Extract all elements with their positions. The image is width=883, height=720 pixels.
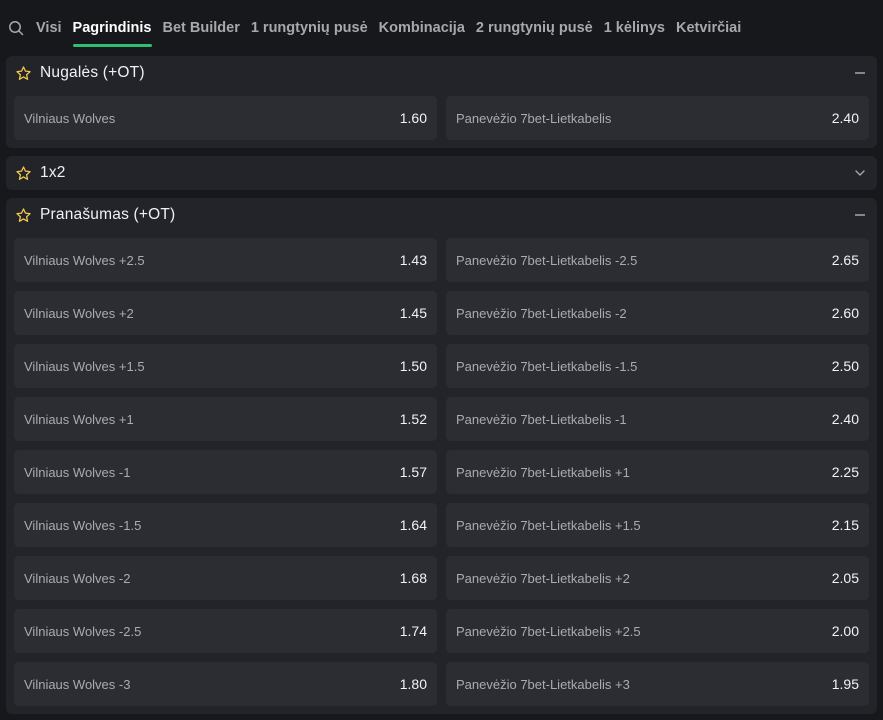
star-icon[interactable]	[15, 65, 32, 82]
odds-button[interactable]: Panevėžio 7bet-Lietkabelis +1 2.25	[446, 450, 869, 494]
outcome-odds: 1.64	[399, 517, 427, 533]
market-header[interactable]: Nugalės (+OT)	[6, 56, 877, 90]
odds-button[interactable]: Panevėžio 7bet-Lietkabelis -1.5 2.50	[446, 344, 869, 388]
market-outcomes: Vilniaus Wolves 1.60 Panevėžio 7bet-Lietka…	[6, 90, 877, 148]
outcome-odds: 1.74	[399, 623, 427, 639]
outcome-name: Panevėžio 7bet-Lietkabelis -2	[456, 305, 627, 321]
odds-button[interactable]: Panevėžio 7bet-Lietkabelis +2 2.05	[446, 556, 869, 600]
tab-pagrindinis[interactable]: Pagrindinis	[72, 11, 152, 47]
market-outcomes: Vilniaus Wolves +2.5 1.43 Panevėžio 7bet-L…	[6, 232, 877, 714]
outcome-odds: 1.52	[399, 411, 427, 427]
outcome-name: Vilniaus Wolves +2	[24, 305, 134, 321]
outcome-odds: 2.25	[831, 464, 859, 480]
odds-button[interactable]: Vilniaus Wolves -1 1.57	[14, 450, 437, 494]
odds-button[interactable]: Vilniaus Wolves +1.5 1.50	[14, 344, 437, 388]
tab-bet-builder[interactable]: Bet Builder	[163, 11, 240, 45]
market-section: Nugalės (+OT) Vilniaus Wolves 1.60 Panevėži…	[6, 56, 877, 148]
outcome-odds: 2.65	[831, 252, 859, 268]
outcome-name: Panevėžio 7bet-Lietkabelis -1	[456, 411, 627, 427]
market-title: Pranašumas (+OT)	[40, 206, 176, 223]
outcome-odds: 2.40	[831, 411, 859, 427]
tab-ketvirčiai[interactable]: Ketvirčiai	[676, 11, 741, 45]
search-icon[interactable]	[8, 20, 24, 36]
outcome-odds: 1.95	[831, 676, 859, 692]
outcome-name: Vilniaus Wolves +2.5	[24, 252, 145, 268]
outcome-name: Panevėžio 7bet-Lietkabelis +1.5	[456, 517, 641, 533]
odds-button[interactable]: Panevėžio 7bet-Lietkabelis -1 2.40	[446, 397, 869, 441]
outcome-name: Vilniaus Wolves -3	[24, 676, 131, 692]
odds-button[interactable]: Panevėžio 7bet-Lietkabelis 2.40	[446, 96, 869, 140]
outcome-name: Vilniaus Wolves +1	[24, 411, 134, 427]
outcome-odds: 1.80	[399, 676, 427, 692]
outcome-name: Vilniaus Wolves -2	[24, 570, 131, 586]
chevron-down-icon[interactable]	[853, 166, 867, 180]
odds-button[interactable]: Vilniaus Wolves +2 1.45	[14, 291, 437, 335]
tab-kombinacija[interactable]: Kombinacija	[379, 11, 465, 45]
outcome-odds: 1.57	[399, 464, 427, 480]
odds-button[interactable]: Vilniaus Wolves -3 1.80	[14, 662, 437, 706]
tab-1-rungtynių-pusė[interactable]: 1 rungtynių pusė	[251, 11, 368, 45]
odds-button[interactable]: Vilniaus Wolves +1 1.52	[14, 397, 437, 441]
outcome-odds: 1.43	[399, 252, 427, 268]
outcome-name: Panevėžio 7bet-Lietkabelis +3	[456, 676, 630, 692]
odds-button[interactable]: Vilniaus Wolves 1.60	[14, 96, 437, 140]
market-section: 1x2	[6, 156, 877, 190]
star-icon[interactable]	[15, 165, 32, 182]
market-title: 1x2	[40, 164, 66, 181]
outcome-name: Vilniaus Wolves -1	[24, 464, 131, 480]
tab-2-rungtynių-pusė[interactable]: 2 rungtynių pusė	[476, 11, 593, 45]
outcome-name: Vilniaus Wolves -2.5	[24, 623, 142, 639]
odds-button[interactable]: Vilniaus Wolves -2 1.68	[14, 556, 437, 600]
outcome-odds: 2.40	[831, 110, 859, 126]
outcome-odds: 2.15	[831, 517, 859, 533]
market-title: Nugalės (+OT)	[40, 64, 145, 81]
tab-1-kėlinys[interactable]: 1 kėlinys	[604, 11, 665, 45]
outcome-odds: 1.68	[399, 570, 427, 586]
outcome-name: Vilniaus Wolves -1.5	[24, 517, 142, 533]
tab-visi[interactable]: Visi	[36, 11, 62, 45]
outcome-odds: 1.60	[399, 110, 427, 126]
outcome-name: Panevėžio 7bet-Lietkabelis	[456, 110, 612, 126]
odds-button[interactable]: Vilniaus Wolves +2.5 1.43	[14, 238, 437, 282]
collapse-icon[interactable]	[853, 66, 867, 80]
outcome-name: Panevėžio 7bet-Lietkabelis +2	[456, 570, 630, 586]
market-header[interactable]: Pranašumas (+OT)	[6, 198, 877, 232]
market-tabs: Visi Pagrindinis Bet Builder 1 rungtynių pu…	[0, 0, 883, 56]
outcome-name: Panevėžio 7bet-Lietkabelis +2.5	[456, 623, 641, 639]
outcome-odds: 2.00	[831, 623, 859, 639]
outcome-odds: 2.05	[831, 570, 859, 586]
odds-button[interactable]: Panevėžio 7bet-Lietkabelis -2.5 2.65	[446, 238, 869, 282]
outcome-odds: 2.60	[831, 305, 859, 321]
outcome-name: Panevėžio 7bet-Lietkabelis -1.5	[456, 358, 638, 374]
outcome-name: Panevėžio 7bet-Lietkabelis +1	[456, 464, 630, 480]
odds-button[interactable]: Vilniaus Wolves -2.5 1.74	[14, 609, 437, 653]
market-header[interactable]: 1x2	[6, 156, 877, 190]
outcome-odds: 1.50	[399, 358, 427, 374]
outcome-name: Vilniaus Wolves +1.5	[24, 358, 145, 374]
star-icon[interactable]	[15, 207, 32, 224]
odds-button[interactable]: Panevėžio 7bet-Lietkabelis +1.5 2.15	[446, 503, 869, 547]
odds-button[interactable]: Vilniaus Wolves -1.5 1.64	[14, 503, 437, 547]
outcome-name: Panevėžio 7bet-Lietkabelis -2.5	[456, 252, 638, 268]
odds-button[interactable]: Panevėžio 7bet-Lietkabelis +2.5 2.00	[446, 609, 869, 653]
odds-button[interactable]: Panevėžio 7bet-Lietkabelis -2 2.60	[446, 291, 869, 335]
outcome-name: Vilniaus Wolves	[24, 110, 116, 126]
market-section: Pranašumas (+OT) Vilniaus Wolves +2.5 1.43…	[6, 198, 877, 714]
outcome-odds: 2.50	[831, 358, 859, 374]
collapse-icon[interactable]	[853, 208, 867, 222]
outcome-odds: 1.45	[399, 305, 427, 321]
odds-button[interactable]: Panevėžio 7bet-Lietkabelis +3 1.95	[446, 662, 869, 706]
